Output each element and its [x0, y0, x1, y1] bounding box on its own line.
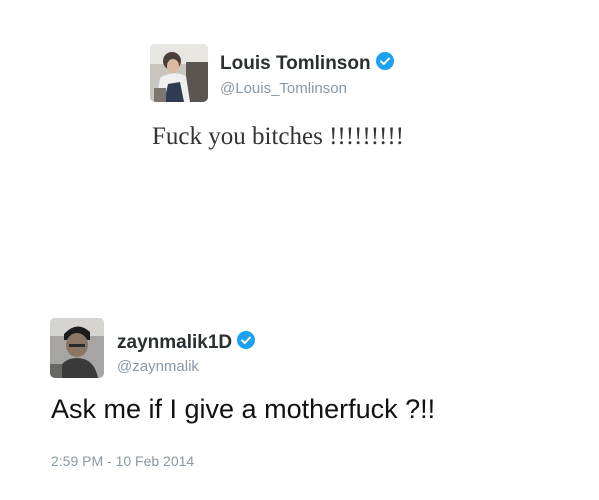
handle[interactable]: @zaynmalik [117, 358, 199, 375]
handle[interactable]: @Louis_Tomlinson [220, 80, 347, 97]
name-row: zaynmalik1D [117, 331, 256, 354]
name-row: Louis Tomlinson [220, 52, 394, 75]
avatar-photo-icon [50, 318, 104, 378]
timestamp[interactable]: 2:59 PM - 10 Feb 2014 [51, 453, 194, 469]
avatar-photo-icon [150, 44, 208, 102]
tweet-text: Fuck you bitches !!!!!!!!! [152, 123, 404, 150]
verified-badge-icon [237, 331, 256, 354]
tweet-text: Ask me if I give a motherfuck ?!! [51, 394, 436, 424]
avatar[interactable] [50, 318, 104, 378]
display-name[interactable]: zaynmalik1D [117, 332, 232, 354]
verified-badge-icon [375, 52, 394, 75]
display-name[interactable]: Louis Tomlinson [220, 53, 371, 75]
avatar[interactable] [150, 44, 208, 102]
